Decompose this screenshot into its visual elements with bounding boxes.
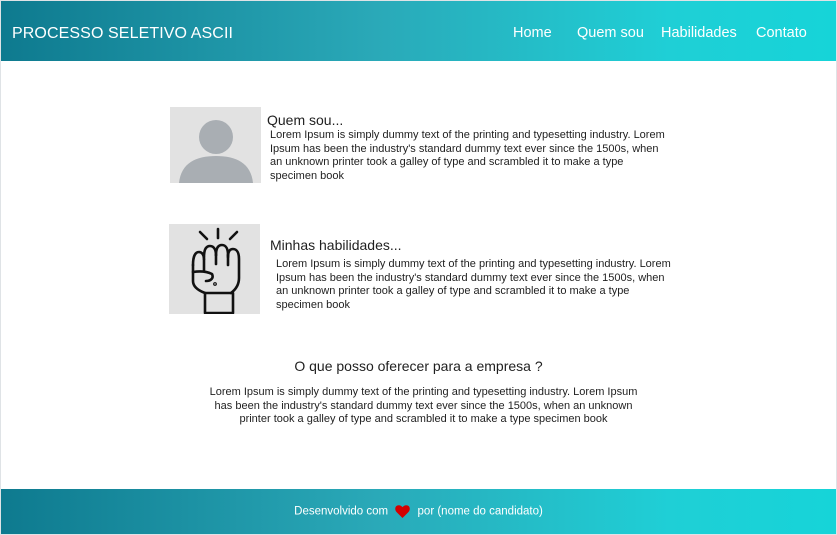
nav-quem-sou-link[interactable]: Quem sou [577, 25, 644, 41]
main-nav: Home Quem sou Habilidades Contato [1, 25, 836, 45]
heart-icon [395, 505, 411, 518]
footer: Desenvolvido com por (nome do candidato) [1, 489, 836, 534]
raised-fist-icon [169, 224, 260, 314]
about-text: Lorem Ipsum is simply dummy text of the … [270, 129, 665, 182]
nav-habilidades-link[interactable]: Habilidades [661, 25, 737, 41]
profile-image [170, 107, 261, 183]
nav-home-link[interactable]: Home [513, 25, 552, 41]
footer-credit: Desenvolvido com por (nome do candidato) [1, 505, 836, 518]
nav-contato-link[interactable]: Contato [756, 25, 807, 41]
footer-suffix: por (nome do candidato) [417, 505, 543, 518]
skills-image [169, 224, 260, 314]
footer-prefix: Desenvolvido com [294, 505, 389, 518]
about-title: Quem sou... [267, 112, 344, 128]
top-bar: PROCESSO SELETIVO ASCII Home Quem sou Ha… [1, 1, 836, 61]
page: PROCESSO SELETIVO ASCII Home Quem sou Ha… [1, 1, 836, 534]
offer-text: Lorem Ipsum is simply dummy text of the … [209, 386, 638, 426]
skills-title: Minhas habilidades... [270, 237, 402, 253]
user-avatar-icon [170, 107, 261, 183]
skills-text: Lorem Ipsum is simply dummy text of the … [276, 258, 671, 311]
offer-title: O que posso oferecer para a empresa ? [294, 358, 543, 374]
